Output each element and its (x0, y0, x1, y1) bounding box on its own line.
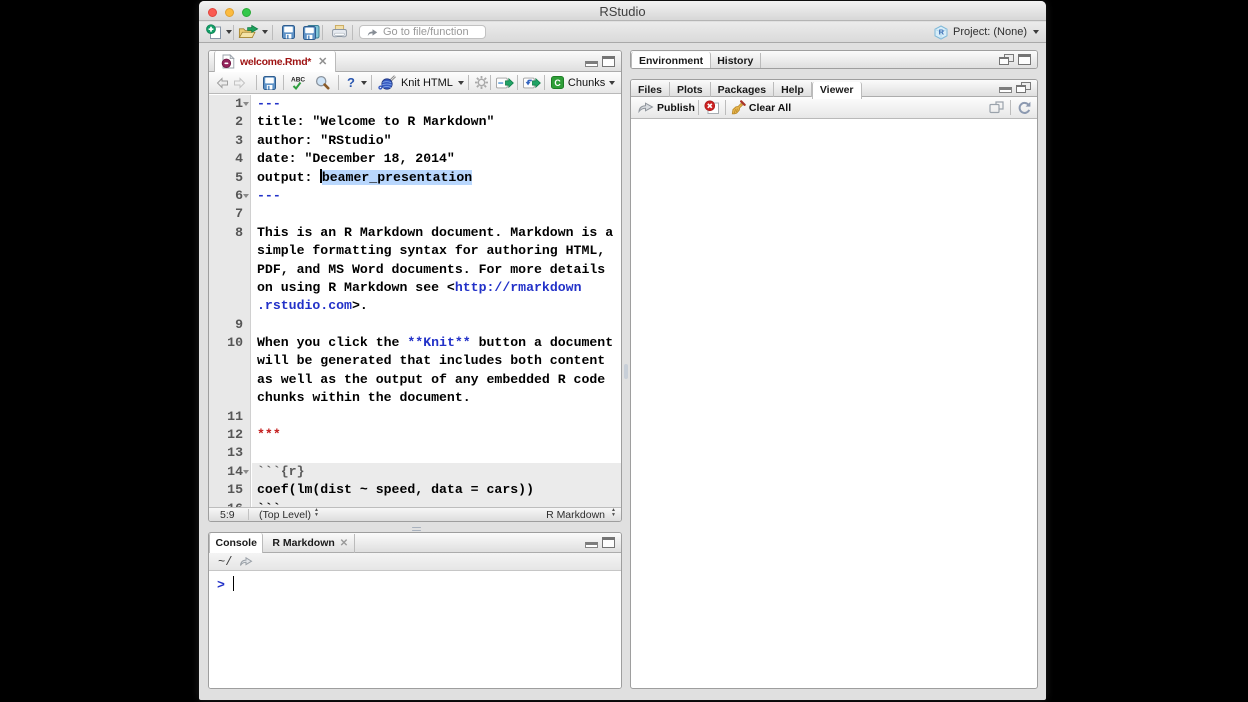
svg-text:ABC: ABC (291, 76, 305, 83)
svg-text:C: C (554, 78, 561, 88)
svg-text:R: R (939, 27, 945, 36)
